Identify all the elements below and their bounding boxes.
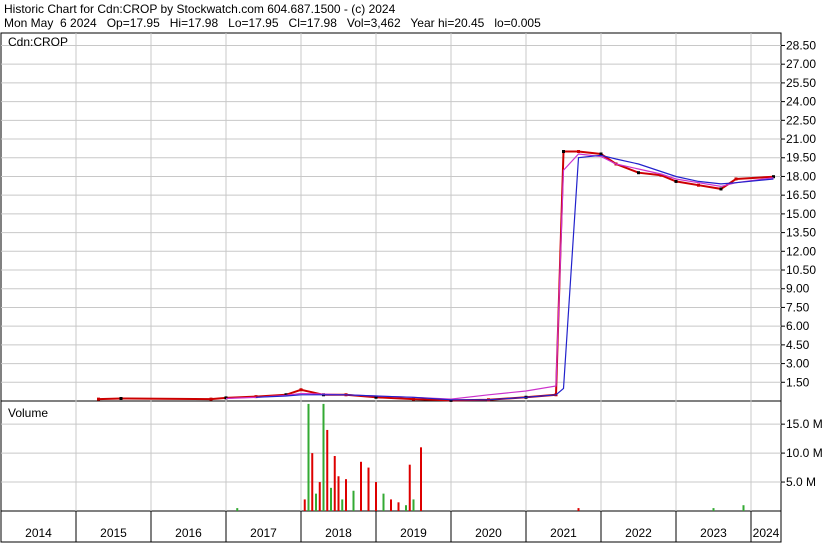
price-tick-label: 24.00 [786,95,816,109]
volume-bar [307,403,310,511]
volume-tick-label: 10.0 M [786,446,823,460]
year-tick-label: 2015 [100,526,127,540]
price-tick-label: 6.00 [786,319,810,333]
price-point [734,177,738,181]
price-tick-label: 21.00 [786,132,816,146]
volume-bar [352,490,355,511]
price-point [719,187,723,191]
volume-bar [405,505,407,511]
price-tick-label: 10.50 [786,263,816,277]
volume-bar [322,403,325,511]
volume-bar [333,456,336,511]
price-tick-label: 4.50 [786,338,810,352]
year-tick-label: 2018 [325,526,352,540]
price-tick-label: 22.50 [786,113,816,127]
price-point [637,171,640,175]
year-tick-label: 2020 [475,526,502,540]
price-panel-frame [0,32,782,402]
volume-bar [742,505,745,511]
price-close-line [98,150,774,402]
volume-bar [318,482,321,511]
volume-bar [303,499,306,511]
volume-bar [412,499,415,511]
year-tick-label: 2023 [700,526,727,540]
price-tick-label: 13.50 [786,226,816,240]
price-tick-label: 27.00 [786,57,816,71]
volume-bar [577,508,580,511]
year-tick-label: 2017 [250,526,277,540]
price-tick-label: 3.00 [786,357,810,371]
volume-bar [337,476,340,511]
price-point [577,150,580,154]
volume-bar [367,467,370,511]
price-tick-label: 25.50 [786,76,816,90]
volume-bar [315,493,317,511]
year-tick-label: 2022 [625,526,652,540]
price-point [674,179,678,183]
volume-bar [397,502,400,511]
year-tick-label: 2024 [753,526,780,540]
year-tick-label: 2019 [400,526,427,540]
year-tick-label: 2014 [25,526,52,540]
volume-bar [330,487,332,511]
price-point [412,397,415,401]
price-tick-label: 12.00 [786,244,816,258]
volume-bar [382,493,385,511]
volume-bar [236,508,239,511]
ticker-label: Cdn:CROP [8,35,68,49]
year-tick-label: 2016 [175,526,202,540]
volume-bar [345,479,347,511]
price-point [209,397,213,401]
price-tick-label: 1.50 [786,375,810,389]
volume-bar [341,499,344,511]
price-point [299,388,303,392]
price-tick-label: 19.50 [786,151,816,165]
volume-bar [712,508,715,511]
volume-bar [375,482,377,511]
volume-label: Volume [8,406,48,420]
price-tick-label: 7.50 [786,300,810,314]
price-tick-label: 18.00 [786,169,816,183]
price-tick-label: 15.00 [786,207,816,221]
year-tick-label: 2021 [550,526,577,540]
price-point [697,183,700,187]
volume-bar [408,464,411,511]
moving-average-short-line [225,153,774,400]
price-point [119,397,123,401]
volume-panel-frame [0,400,782,512]
price-tick-label: 9.00 [786,282,810,296]
volume-bar [326,429,329,511]
volume-tick-label: 15.0 M [786,417,823,431]
volume-bar [420,447,422,511]
volume-bar [390,499,392,511]
price-tick-label: 28.50 [786,38,816,52]
price-point [562,150,565,154]
price-point [97,397,100,401]
volume-bar [360,461,362,511]
historic-chart: 2014 2015 2016 2017 2018 2019 2020 2021 2022 2023… [0,32,823,543]
volume-tick-label: 5.0 M [786,475,816,489]
price-tick-label: 16.50 [786,188,816,202]
volume-bar [311,453,314,511]
